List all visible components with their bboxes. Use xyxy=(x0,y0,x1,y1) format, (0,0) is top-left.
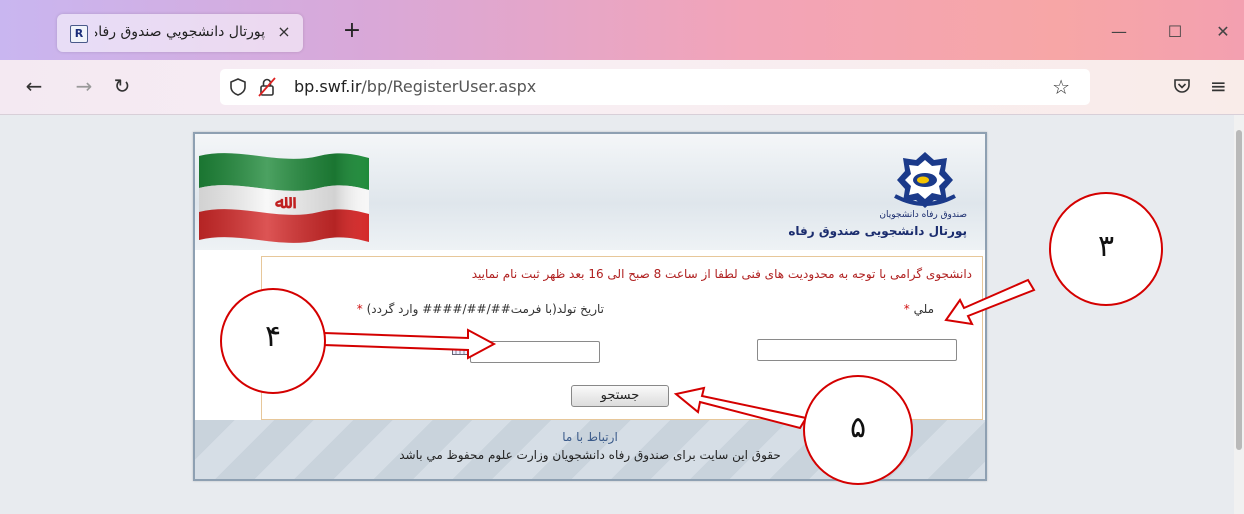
close-window-button[interactable]: ✕ xyxy=(1200,20,1244,44)
tab-title: پورتال دانشجويي صندوق رفاه xyxy=(95,24,265,40)
shield-icon[interactable] xyxy=(230,78,246,96)
annotation-label-5: ۵ xyxy=(849,410,867,445)
required-mark: * xyxy=(356,302,363,316)
birthdate-input[interactable] xyxy=(470,341,600,363)
url-path: /bp/RegisterUser.aspx xyxy=(361,77,537,96)
address-bar[interactable]: bp.swf.ir/bp/RegisterUser.aspx ☆ xyxy=(220,69,1090,105)
portal-header: ﷲ صندوق رفاه دانشجویان پورتال دانشجویی ص… xyxy=(195,134,985,250)
menu-icon[interactable]: ≡ xyxy=(1210,74,1227,98)
forward-icon[interactable]: → xyxy=(72,74,96,98)
national-code-label-text: ملي xyxy=(913,302,934,316)
pocket-icon[interactable] xyxy=(1173,77,1191,95)
bookmark-star-icon[interactable]: ☆ xyxy=(1052,75,1070,99)
search-button[interactable]: جستجو xyxy=(571,385,669,407)
lock-icon[interactable] xyxy=(258,77,276,97)
browser-tab[interactable]: R پورتال دانشجويي صندوق رفاه × xyxy=(57,14,303,52)
new-tab-button[interactable]: + xyxy=(342,20,362,42)
maximize-button[interactable]: ☐ xyxy=(1152,20,1198,44)
annotation-label-4: ۴ xyxy=(264,319,282,354)
logo-caption: صندوق رفاه دانشجویان xyxy=(879,210,967,220)
tab-close-icon[interactable]: × xyxy=(275,23,293,41)
notice-text: دانشجوی گرامی با توجه به محدودیت های فنی… xyxy=(471,267,972,281)
calendar-icon[interactable] xyxy=(452,345,468,355)
national-code-label: ملي * xyxy=(904,302,934,316)
minimize-button[interactable]: — xyxy=(1096,20,1142,44)
birthdate-label: تاریخ تولد(با فرمت##/##/#### وارد گردد) … xyxy=(357,302,604,316)
url-host: bp.swf.ir xyxy=(294,77,362,96)
copyright-text: حقوق این سایت برای صندوق رفاه دانشجویان … xyxy=(399,448,781,462)
nav-bar: ← → ↻ bp.swf.ir/bp/RegisterUser.aspx ☆ ≡ xyxy=(0,60,1244,115)
required-mark: * xyxy=(903,302,910,316)
site-favicon-icon: R xyxy=(70,25,88,43)
annotation-label-3: ۳ xyxy=(1097,229,1115,264)
url-text[interactable]: bp.swf.ir/bp/RegisterUser.aspx xyxy=(294,77,536,96)
portal-title: پورتال دانشجویی صندوق رفاه xyxy=(788,224,967,238)
scrollbar-thumb[interactable] xyxy=(1236,130,1242,450)
search-form: دانشجوی گرامی با توجه به محدودیت های فنی… xyxy=(261,256,983,420)
iran-flag-image: ﷲ xyxy=(199,153,369,243)
tab-bar: R پورتال دانشجويي صندوق رفاه × + — ☐ ✕ xyxy=(0,0,1244,60)
reload-icon[interactable]: ↻ xyxy=(110,74,134,98)
national-code-input[interactable] xyxy=(757,339,957,361)
birthdate-label-text: تاریخ تولد(با فرمت##/##/#### وارد گردد) xyxy=(366,302,604,316)
back-icon[interactable]: ← xyxy=(22,74,46,98)
